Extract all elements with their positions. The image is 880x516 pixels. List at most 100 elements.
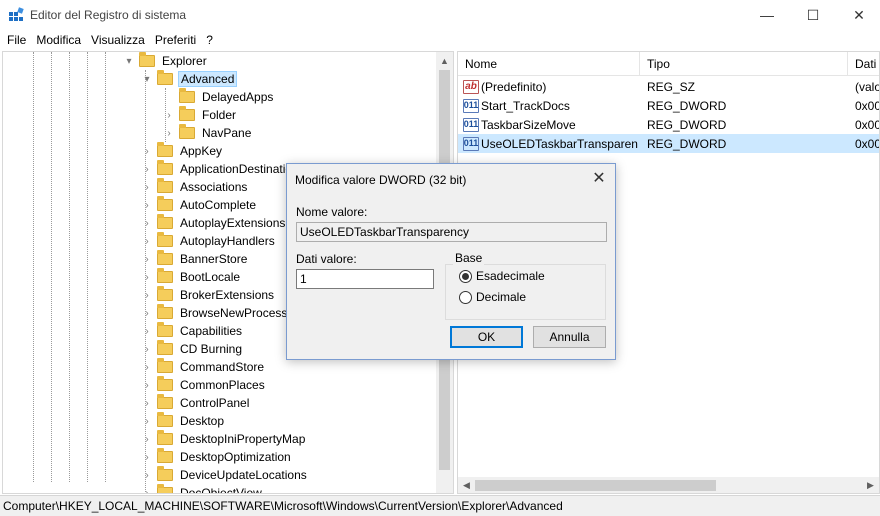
value-type-cell: REG_DWORD (647, 136, 727, 151)
tree-item[interactable]: › AutoplayHandlers (141, 232, 277, 250)
value-data-cell: (valore non impostato) (855, 79, 879, 94)
menu-visualizza[interactable]: Visualizza (86, 33, 150, 47)
expand-chevron-icon[interactable]: ▾ (123, 52, 135, 70)
tree-item[interactable]: › BannerStore (141, 250, 249, 268)
close-button[interactable]: ✕ (836, 0, 880, 30)
scroll-right-icon[interactable]: ▶ (862, 477, 879, 493)
expand-chevron-icon[interactable]: › (141, 340, 153, 358)
expand-chevron-icon[interactable]: › (141, 484, 153, 494)
tree-item-label: DesktopIniPropertyMap (180, 432, 306, 446)
folder-icon (157, 70, 173, 85)
radio-hexadecimal[interactable]: Esadecimale (459, 269, 545, 283)
tree-item[interactable]: › Associations (141, 178, 249, 196)
tree-item[interactable]: › BrowseNewProcess (141, 304, 289, 322)
tree-item[interactable]: › DocObjectView (141, 484, 264, 494)
expand-chevron-icon[interactable]: › (141, 232, 153, 250)
tree-item-label: Desktop (180, 414, 225, 428)
menu-preferiti[interactable]: Preferiti (150, 33, 201, 47)
tree-item[interactable]: › DesktopIniPropertyMap (141, 430, 307, 448)
ok-button[interactable]: OK (450, 326, 523, 348)
expand-chevron-icon[interactable]: › (141, 448, 153, 466)
tree-item[interactable]: DelayedApps (163, 88, 275, 106)
list-scroll-thumb[interactable] (475, 480, 716, 491)
menu-file[interactable]: File (2, 33, 31, 47)
column-header-tipo[interactable]: Tipo (640, 52, 848, 76)
value-name-field[interactable] (296, 222, 607, 242)
tree-item[interactable]: › CommonPlaces (141, 376, 267, 394)
expand-chevron-icon[interactable]: › (163, 106, 175, 124)
scroll-left-icon[interactable]: ◀ (458, 477, 475, 493)
expand-chevron-icon[interactable]: › (141, 250, 153, 268)
expand-chevron-icon[interactable]: › (163, 124, 175, 142)
expand-chevron-icon[interactable]: › (141, 286, 153, 304)
tree-item[interactable]: › ControlPanel (141, 394, 251, 412)
table-row[interactable]: ab(Predefinito) REG_SZ (valore non imposta… (458, 77, 879, 96)
tree-item-label: DeviceUpdateLocations (180, 468, 307, 482)
expand-chevron-icon[interactable]: › (141, 466, 153, 484)
folder-icon (157, 214, 173, 229)
expand-chevron-icon[interactable]: › (141, 304, 153, 322)
expand-chevron-icon[interactable]: › (141, 412, 153, 430)
expand-chevron-icon[interactable]: › (141, 142, 153, 160)
expand-chevron-icon[interactable]: › (141, 196, 153, 214)
scroll-up-icon[interactable]: ▲ (436, 52, 453, 69)
expand-chevron-icon[interactable]: ▾ (141, 70, 153, 88)
expand-chevron-icon[interactable]: › (141, 358, 153, 376)
expand-chevron-icon[interactable]: › (141, 322, 153, 340)
expand-chevron-icon[interactable]: › (141, 160, 153, 178)
tree-item[interactable]: › DeviceUpdateLocations (141, 466, 309, 484)
minimize-icon: — (760, 7, 774, 23)
list-header: Nome Tipo Dati (458, 52, 879, 76)
column-header-nome[interactable]: Nome (458, 52, 640, 76)
expand-chevron-icon[interactable]: › (141, 376, 153, 394)
minimize-button[interactable]: — (744, 0, 790, 30)
table-row[interactable]: 011 UseOLEDTaskbarTransparen... REG_DWORD 0… (458, 134, 879, 153)
list-horizontal-scrollbar[interactable]: ◀ ▶ (458, 477, 879, 493)
expand-chevron-icon[interactable]: › (141, 394, 153, 412)
folder-icon (157, 142, 173, 157)
expand-chevron-icon[interactable] (163, 88, 175, 106)
tree-item[interactable]: › AutoplayExtensions (141, 214, 287, 232)
tree-item-label: Folder (202, 108, 237, 122)
value-name-label: Nome valore: (296, 205, 368, 219)
tree-item[interactable]: › ApplicationDestinations (141, 160, 307, 178)
expand-chevron-icon[interactable]: › (141, 268, 153, 286)
radio-decimal[interactable]: Decimale (459, 290, 526, 304)
value-name-cell: 011 Start_TrackDocs (463, 96, 639, 115)
menu-modifica[interactable]: Modifica (31, 33, 86, 47)
tree-item[interactable]: › Folder (163, 106, 238, 124)
tree-item-label: ControlPanel (180, 396, 250, 410)
radio-decimal-icon[interactable] (459, 290, 472, 304)
tree-item[interactable]: › NavPane (163, 124, 253, 142)
radio-hexadecimal-icon[interactable] (459, 269, 472, 283)
tree-item-label: BootLocale (180, 270, 241, 284)
value-data-cell: 0x00000000 (0) (855, 98, 879, 113)
tree-item[interactable]: › DesktopOptimization (141, 448, 293, 466)
tree-item[interactable]: › BootLocale (141, 268, 242, 286)
value-data-cell: 0x00000000 (0) (855, 136, 879, 151)
cancel-button[interactable]: Annulla (533, 326, 606, 348)
tree-item[interactable]: › CommandStore (141, 358, 266, 376)
tree-item[interactable]: › CD Burning (141, 340, 244, 358)
column-header-dati[interactable]: Dati (848, 52, 879, 76)
tree-item[interactable]: › AutoComplete (141, 196, 258, 214)
tree-item[interactable]: › AppKey (141, 142, 224, 160)
table-row[interactable]: 011Start_TrackDocs REG_DWORD 0x00000000 (0… (458, 96, 879, 115)
tree-item[interactable]: › Capabilities (141, 322, 244, 340)
folder-icon (157, 268, 173, 283)
tree-item[interactable]: › BrokerExtensions (141, 286, 276, 304)
expand-chevron-icon[interactable]: › (141, 178, 153, 196)
string-value-icon: ab (463, 79, 479, 94)
expand-chevron-icon[interactable]: › (141, 214, 153, 232)
menu-help[interactable]: ? (201, 33, 218, 47)
folder-icon (179, 106, 195, 121)
tree-item[interactable]: ▾ Advanced (141, 70, 238, 88)
dialog-close-button[interactable]: ✕ (585, 166, 613, 190)
tree-item[interactable]: ▾ Explorer (123, 52, 209, 70)
table-row[interactable]: 011TaskbarSizeMove REG_DWORD 0x00000000 (0… (458, 115, 879, 134)
maximize-button[interactable]: ☐ (790, 0, 836, 30)
expand-chevron-icon[interactable]: › (141, 430, 153, 448)
tree-item[interactable]: › Desktop (141, 412, 226, 430)
tree-guide-line (105, 52, 106, 482)
value-data-field[interactable] (296, 269, 434, 289)
